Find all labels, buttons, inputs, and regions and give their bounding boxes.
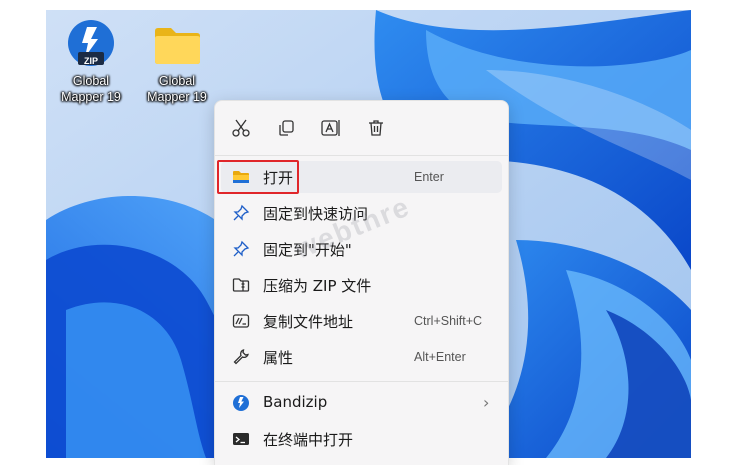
menu-item-shortcut: Alt+Enter	[414, 350, 466, 364]
menu-item-open-terminal[interactable]: 在终端中打开	[221, 423, 502, 455]
desktop-icon-label-line1: Global	[72, 74, 110, 88]
context-menu: 打开 Enter 固定到快速访问 固定到"开始" 压缩为 ZIP 文件 复制文件…	[214, 100, 509, 465]
zip-archive-icon	[231, 276, 251, 294]
menu-item-label: 属性	[263, 349, 294, 367]
delete-icon[interactable]	[364, 116, 388, 140]
copy-icon[interactable]	[274, 116, 298, 140]
terminal-icon	[231, 430, 251, 448]
menu-item-shortcut: Enter	[414, 170, 444, 184]
folder-icon	[151, 19, 203, 71]
cut-icon[interactable]	[229, 116, 253, 140]
menu-item-copy-path[interactable]: 复制文件地址 Ctrl+Shift+C	[221, 305, 502, 337]
menu-item-label: 在终端中打开	[263, 431, 354, 449]
menu-item-compress-zip[interactable]: 压缩为 ZIP 文件	[221, 269, 502, 301]
separator	[215, 381, 508, 382]
desktop-icon-zip[interactable]: ZIP Global Mapper 19	[51, 19, 131, 105]
menu-item-label: 复制文件地址	[263, 313, 354, 331]
menu-item-properties[interactable]: 属性 Alt+Enter	[221, 341, 502, 373]
pin-icon	[231, 204, 251, 222]
desktop-icon-label-line2: Mapper 19	[61, 90, 121, 104]
desktop-icon-folder[interactable]: Global Mapper 19	[137, 19, 217, 105]
menu-item-bandizip[interactable]: Bandizip ›	[221, 387, 502, 419]
menu-item-pin-start[interactable]: 固定到"开始"	[221, 233, 502, 265]
desktop-icon-label-line1: Global	[158, 74, 196, 88]
menu-item-label: Bandizip	[263, 393, 328, 411]
chevron-right-icon: ›	[483, 393, 490, 412]
bandizip-icon	[231, 394, 251, 412]
menu-item-label: 固定到快速访问	[263, 205, 369, 223]
wrench-icon	[231, 348, 251, 366]
bandizip-zip-icon: ZIP	[65, 19, 117, 71]
desktop-icon-label-line2: Mapper 19	[147, 90, 207, 104]
menu-item-shortcut: Ctrl+Shift+C	[414, 314, 483, 328]
copy-path-icon	[231, 312, 251, 330]
separator	[215, 155, 508, 156]
context-menu-toolbar	[215, 101, 508, 155]
menu-item-label: 压缩为 ZIP 文件	[263, 277, 372, 295]
annotation-highlight-box	[217, 160, 299, 194]
rename-icon[interactable]	[319, 116, 343, 140]
menu-item-label: 固定到"开始"	[263, 241, 352, 259]
pin-start-icon	[231, 240, 251, 258]
menu-item-pin-quick-access[interactable]: 固定到快速访问	[221, 197, 502, 229]
